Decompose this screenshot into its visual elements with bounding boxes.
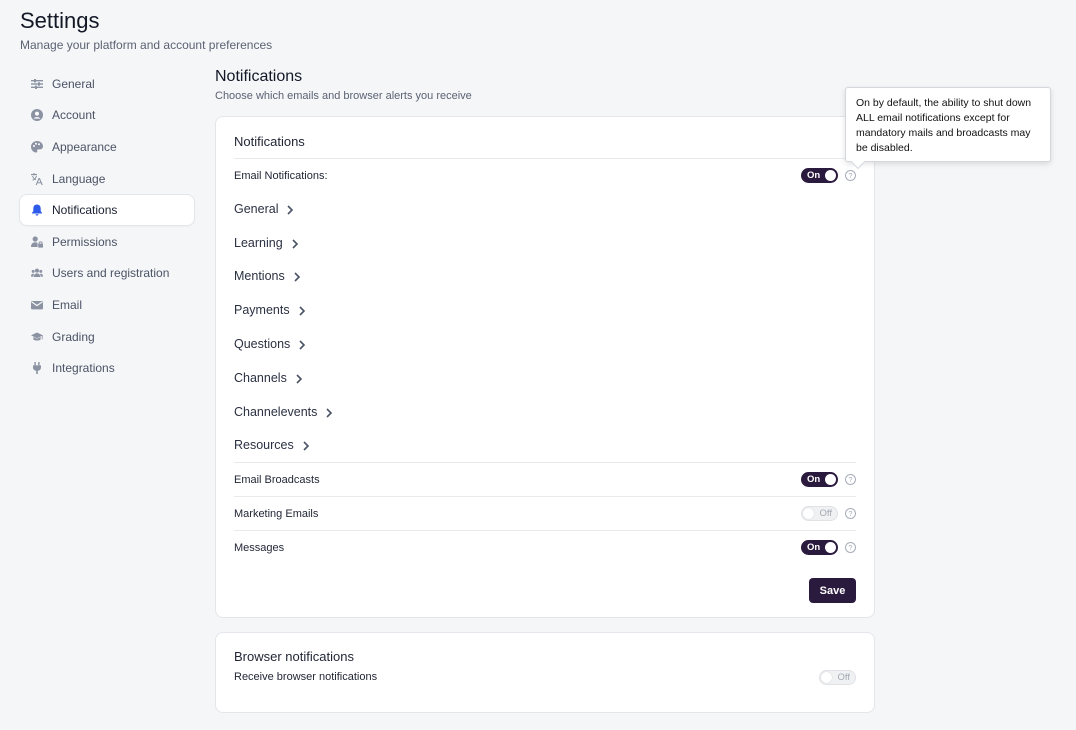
- category-general[interactable]: General: [234, 192, 856, 226]
- category-resources[interactable]: Resources: [234, 429, 856, 463]
- sidebar-item-label: Permissions: [52, 234, 118, 249]
- messages-label: Messages: [234, 541, 285, 554]
- category-list: General Learning Mentions Payments Quest…: [234, 192, 856, 462]
- main-content: Notifications Choose which emails and br…: [215, 68, 875, 713]
- chevron-right-icon: [291, 239, 299, 249]
- user-lock-icon: [30, 235, 44, 249]
- help-icon[interactable]: ?: [845, 474, 856, 486]
- email-notifications-label: Email Notifications:: [234, 169, 328, 182]
- notifications-card-title: Notifications: [234, 117, 856, 159]
- sidebar-item-label: Integrations: [52, 361, 115, 376]
- browser-notifications-card: Browser notifications Receive browser no…: [215, 632, 875, 713]
- browser-card-title: Browser notifications: [234, 649, 354, 664]
- email-notifications-tooltip: On by default, the ability to shut down …: [845, 87, 1051, 170]
- save-row: Save: [234, 564, 856, 604]
- sidebar-item-label: General: [52, 76, 95, 91]
- category-channelevents[interactable]: Channelevents: [234, 395, 856, 429]
- plug-icon: [30, 361, 44, 375]
- sidebar-item-general[interactable]: General: [19, 68, 195, 100]
- sidebar-item-label: Email: [52, 297, 83, 312]
- palette-icon: [30, 140, 44, 154]
- marketing-emails-label: Marketing Emails: [234, 507, 319, 520]
- email-broadcasts-toggle[interactable]: On: [801, 472, 838, 488]
- envelope-icon: [30, 298, 44, 312]
- section-subtitle: Choose which emails and browser alerts y…: [215, 90, 472, 102]
- messages-toggle[interactable]: On: [801, 540, 838, 556]
- messages-row: Messages On ?: [234, 530, 856, 564]
- category-payments[interactable]: Payments: [234, 293, 856, 327]
- sidebar-item-label: Account: [52, 108, 96, 123]
- browser-notifications-label: Receive browser notifications: [234, 671, 378, 683]
- sidebar-item-integrations[interactable]: Integrations: [19, 352, 195, 384]
- category-learning[interactable]: Learning: [234, 226, 856, 260]
- translate-icon: [30, 172, 44, 186]
- email-broadcasts-row: Email Broadcasts On ?: [234, 462, 856, 496]
- email-broadcasts-label: Email Broadcasts: [234, 473, 320, 486]
- sidebar-item-label: Notifications: [52, 203, 118, 218]
- graduation-cap-icon: [30, 330, 44, 344]
- browser-notifications-toggle[interactable]: Off: [819, 669, 856, 685]
- chevron-right-icon: [302, 441, 310, 452]
- category-questions[interactable]: Questions: [234, 327, 856, 361]
- browser-notifications-row: Receive browser notifications Off: [234, 665, 856, 689]
- sidebar-item-language[interactable]: Language: [19, 163, 195, 195]
- sidebar-item-account[interactable]: Account: [19, 100, 195, 132]
- sliders-icon: [30, 77, 44, 91]
- chevron-right-icon: [298, 306, 306, 316]
- bell-icon: [30, 203, 44, 217]
- sidebar-item-email[interactable]: Email: [19, 289, 195, 321]
- chevron-right-icon: [325, 408, 333, 418]
- marketing-emails-row: Marketing Emails Off ?: [234, 496, 856, 530]
- help-icon[interactable]: ?: [845, 542, 856, 554]
- notifications-card: Notifications Email Notifications: On ? …: [215, 116, 875, 618]
- sidebar-item-label: Appearance: [52, 139, 117, 154]
- help-icon[interactable]: ?: [845, 170, 856, 181]
- page-header: Settings Manage your platform and accoun…: [20, 8, 272, 52]
- users-icon: [30, 266, 44, 280]
- sidebar-item-label: Language: [52, 171, 106, 186]
- category-mentions[interactable]: Mentions: [234, 260, 856, 294]
- sidebar-item-users-and-registration[interactable]: Users and registration: [19, 258, 195, 290]
- section-title: Notifications: [215, 68, 303, 85]
- category-channels[interactable]: Channels: [234, 361, 856, 395]
- page-title: Settings: [20, 8, 100, 33]
- sidebar-item-label: Grading: [52, 329, 95, 344]
- sidebar-item-notifications[interactable]: Notifications: [19, 194, 195, 226]
- email-notifications-row: Email Notifications: On ?: [234, 159, 856, 192]
- save-button[interactable]: Save: [809, 578, 856, 604]
- chevron-right-icon: [298, 340, 306, 350]
- help-icon[interactable]: ?: [845, 508, 856, 520]
- sidebar-item-permissions[interactable]: Permissions: [19, 226, 195, 258]
- sidebar-item-grading[interactable]: Grading: [19, 321, 195, 353]
- chevron-right-icon: [295, 374, 303, 384]
- sidebar-item-appearance[interactable]: Appearance: [19, 131, 195, 163]
- email-notifications-toggle[interactable]: On: [801, 168, 838, 183]
- marketing-emails-toggle[interactable]: Off: [801, 506, 838, 522]
- sidebar-item-label: Users and registration: [52, 266, 170, 281]
- user-circle-icon: [30, 108, 44, 122]
- chevron-right-icon: [293, 272, 301, 283]
- tooltip-text: On by default, the ability to shut down …: [856, 97, 1032, 154]
- page-subtitle: Manage your platform and account prefere…: [20, 38, 273, 52]
- sidebar: General Account Appearance Language Noti…: [19, 68, 195, 384]
- chevron-right-icon: [286, 205, 294, 215]
